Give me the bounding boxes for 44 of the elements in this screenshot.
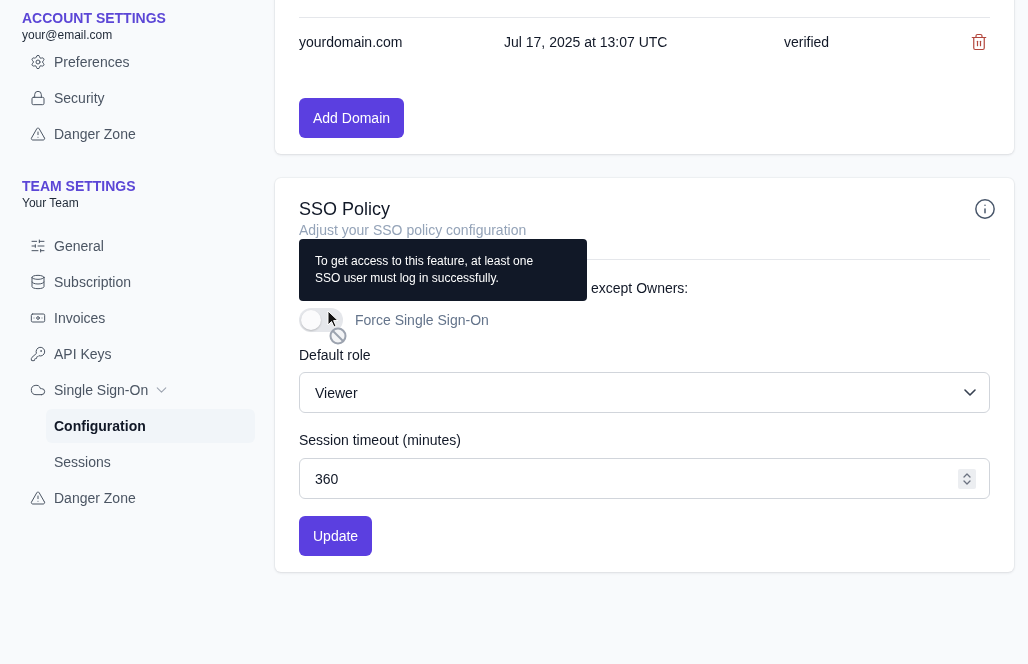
section-heading: ACCOUNT SETTINGS — [22, 9, 167, 27]
card-subtitle: Adjust your SSO policy configuration — [299, 222, 527, 239]
policy-description: except Owners: — [591, 279, 689, 298]
sidebar-subitem[interactable]: Configuration — [46, 409, 255, 443]
banknote-icon — [30, 310, 46, 326]
sidebar-item[interactable]: General — [22, 228, 255, 264]
select-field[interactable]: Viewer — [299, 372, 990, 413]
table-cell-text: yourdomain.com — [299, 34, 404, 50]
section-subtitle: your@email.com — [22, 27, 114, 43]
sidebar-item[interactable]: Security — [22, 80, 255, 116]
table-cell-text: Jul 17, 2025 at 13:07 UTC — [504, 34, 669, 50]
database-icon — [30, 274, 46, 290]
section-subtitle: Your Team — [22, 195, 80, 211]
cloud-icon — [30, 382, 46, 398]
key-icon — [30, 346, 46, 362]
toggle-label: Force Single Sign-On — [355, 312, 489, 328]
sidebar-item[interactable]: Preferences — [22, 44, 255, 80]
sidebar-item[interactable]: Danger Zone — [22, 116, 255, 152]
card-title: SSO Policy — [299, 198, 391, 220]
lock-icon — [30, 90, 46, 106]
field-label: Session timeout (minutes) — [299, 431, 462, 450]
sidebar-item[interactable]: Subscription — [22, 264, 255, 300]
section-heading: TEAM SETTINGS — [22, 177, 137, 195]
settings-icon — [30, 54, 46, 70]
number-field[interactable]: 360 — [299, 458, 990, 499]
field-label: Default role — [299, 346, 372, 365]
tooltip: To get access to this feature, at least one SSO user must log in successfully. — [299, 239, 587, 301]
sidebar-item[interactable]: API Keys — [22, 336, 255, 372]
add-domain-button[interactable]: Add Domain — [299, 98, 405, 138]
update-button[interactable]: Update — [299, 516, 373, 556]
sidebar-item[interactable]: Single Sign-On — [22, 372, 255, 408]
pointer-cursor-icon — [327, 310, 339, 328]
sidebar-subitem[interactable]: Sessions — [46, 445, 255, 479]
sidebar-item[interactable]: Danger Zone — [22, 480, 255, 516]
info-icon[interactable] — [974, 198, 996, 220]
not-allowed-icon — [329, 327, 347, 345]
trash-icon[interactable] — [970, 33, 988, 51]
sliders-icon — [30, 238, 46, 254]
spinner-icon[interactable] — [958, 468, 976, 489]
sidebar-item[interactable]: Invoices — [22, 300, 255, 336]
chevron-icon — [964, 389, 976, 396]
warning-icon — [30, 490, 46, 506]
table-cell-text: verified — [784, 34, 831, 50]
warning-icon — [30, 126, 46, 142]
